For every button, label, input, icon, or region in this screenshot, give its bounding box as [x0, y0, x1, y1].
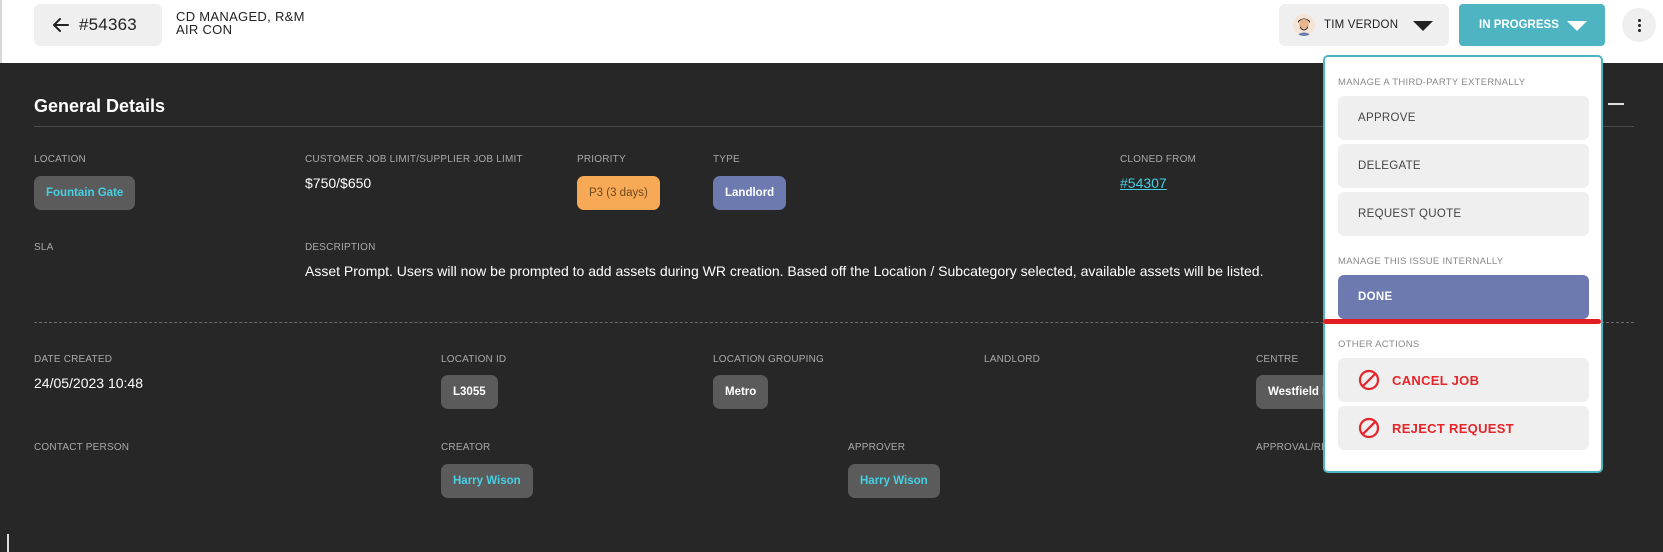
status-dropdown-button[interactable]: IN PROGRESS [1459, 4, 1605, 46]
job-number: #54363 [79, 15, 137, 34]
arrow-left-icon [53, 18, 69, 32]
creator-label: CREATOR [441, 442, 491, 453]
cloned-from-label: CLONED FROM [1120, 154, 1197, 165]
type-badge: Landlord [713, 176, 787, 210]
other-heading: OTHER ACTIONS [1338, 339, 1420, 350]
landlord-label: LANDLORD [984, 354, 1041, 365]
location-id-label: LOCATION ID [441, 354, 507, 365]
status-label: IN PROGRESS [1479, 19, 1559, 31]
creator-chip[interactable]: Harry Wison [441, 464, 533, 498]
approve-menu-item[interactable]: APPROVE [1338, 96, 1589, 140]
delegate-menu-item[interactable]: DELEGATE [1338, 144, 1589, 188]
approver-label: APPROVER [848, 442, 906, 453]
priority-badge: P3 (3 days) [577, 176, 660, 210]
cloned-from-link[interactable]: #54307 [1120, 175, 1167, 191]
description-value: Asset Prompt. Users will now be prompted… [305, 263, 1264, 279]
approver-chip[interactable]: Harry Wison [848, 464, 940, 498]
top-bar: #54363 CD MANAGED, R&M AIR CON TIM VERDO… [0, 0, 1663, 63]
location-grouping-label: LOCATION GROUPING [713, 354, 825, 365]
highlight-underline [1323, 319, 1601, 324]
centre-label: CENTRE [1256, 354, 1299, 365]
chevron-down-icon [1567, 21, 1587, 31]
reject-request-label: REJECT REQUEST [1392, 420, 1514, 436]
section-title: General Details [34, 96, 166, 116]
date-created-label: DATE CREATED [34, 354, 113, 365]
job-title-line2: AIR CON [176, 22, 233, 37]
job-title: CD MANAGED, R&M AIR CON [176, 10, 305, 36]
job-limit-label: CUSTOMER JOB LIMIT/SUPPLIER JOB LIMIT [305, 154, 523, 165]
priority-label: PRIORITY [577, 154, 626, 165]
ban-icon [1358, 417, 1380, 439]
request-quote-menu-item[interactable]: REQUEST QUOTE [1338, 192, 1589, 236]
reject-request-menu-item[interactable]: REJECT REQUEST [1338, 406, 1589, 450]
type-label: TYPE [713, 154, 740, 165]
cancel-job-menu-item[interactable]: CANCEL JOB [1338, 358, 1589, 402]
internal-heading: MANAGE THIS ISSUE INTERNALLY [1338, 256, 1504, 267]
external-heading: MANAGE A THIRD-PARTY EXTERNALLY [1338, 77, 1526, 88]
text-cursor [7, 534, 9, 552]
location-label: LOCATION [34, 154, 86, 165]
avatar [1293, 14, 1315, 36]
approval-label: APPROVAL/RE [1256, 442, 1329, 453]
done-menu-item[interactable]: DONE [1338, 275, 1589, 319]
job-limit-value: $750/$650 [305, 175, 372, 191]
assignee-name: TIM VERDON [1324, 19, 1399, 31]
ban-icon [1358, 369, 1380, 391]
sla-label: SLA [34, 242, 54, 253]
assignee-dropdown[interactable]: TIM VERDON [1279, 4, 1449, 46]
chevron-down-icon [1413, 21, 1433, 31]
cancel-job-label: CANCEL JOB [1392, 372, 1480, 388]
collapse-icon[interactable] [1608, 103, 1624, 105]
back-button[interactable]: #54363 [34, 4, 162, 46]
location-grouping-chip: Metro [713, 375, 769, 409]
date-created-value: 24/05/2023 10:48 [34, 375, 143, 391]
location-id-chip: L3055 [441, 375, 498, 409]
description-label: DESCRIPTION [305, 242, 376, 253]
more-vertical-icon[interactable] [1622, 8, 1656, 42]
contact-person-label: CONTACT PERSON [34, 442, 130, 453]
location-chip[interactable]: Fountain Gate [34, 176, 136, 210]
status-dropdown-menu: MANAGE A THIRD-PARTY EXTERNALLY APPROVE … [1323, 55, 1603, 473]
